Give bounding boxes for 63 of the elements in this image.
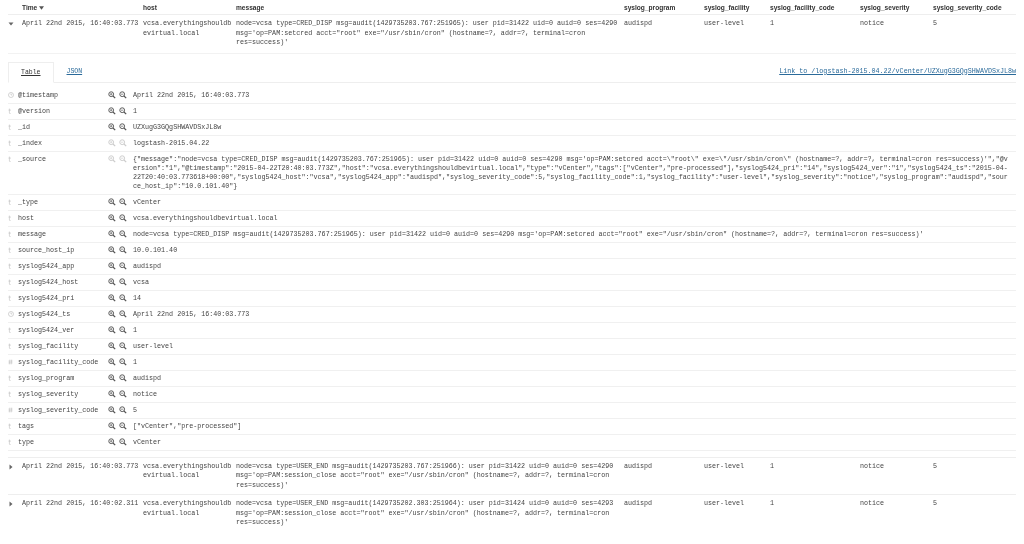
- zoom-out-icon[interactable]: [119, 342, 127, 350]
- zoom-out-icon[interactable]: [119, 214, 127, 222]
- text-type-icon: [8, 279, 12, 285]
- zoom-out-icon[interactable]: [119, 358, 127, 366]
- text-type-icon: [8, 108, 12, 114]
- zoom-in-icon[interactable]: [108, 390, 116, 398]
- zoom-out-icon[interactable]: [119, 278, 127, 286]
- text-type-icon: [8, 156, 12, 162]
- number-type-icon: [8, 359, 13, 365]
- zoom-in-icon[interactable]: [108, 262, 116, 270]
- text-type-icon: [8, 140, 12, 146]
- zoom-out-icon[interactable]: [119, 230, 127, 238]
- sort-caret-icon[interactable]: [39, 5, 45, 10]
- zoom-in-icon[interactable]: [108, 230, 116, 238]
- zoom-out-icon[interactable]: [119, 246, 127, 254]
- zoom-out-icon[interactable]: [119, 326, 127, 334]
- zoom-in-icon[interactable]: [108, 326, 116, 334]
- text-type-icon: [8, 215, 12, 221]
- zoom-out-icon[interactable]: [119, 310, 127, 318]
- zoom-in-icon[interactable]: [108, 107, 116, 115]
- text-type-icon: [8, 124, 12, 130]
- zoom-in-icon[interactable]: [108, 374, 116, 382]
- text-type-icon: [8, 439, 12, 445]
- text-type-icon: [8, 375, 12, 381]
- text-type-icon: [8, 327, 12, 333]
- text-type-icon: [8, 247, 12, 253]
- zoom-out-icon[interactable]: [119, 198, 127, 206]
- zoom-out-icon[interactable]: [119, 406, 127, 414]
- zoom-in-icon[interactable]: [108, 214, 116, 222]
- text-type-icon: [8, 391, 12, 397]
- text-type-icon: [8, 295, 12, 301]
- zoom-in-icon[interactable]: [108, 342, 116, 350]
- zoom-out-icon[interactable]: [119, 390, 127, 398]
- text-type-icon: [8, 231, 12, 237]
- zoom-in-icon[interactable]: [108, 358, 116, 366]
- zoom-out-icon[interactable]: [119, 91, 127, 99]
- zoom-in-icon[interactable]: [108, 406, 116, 414]
- zoom-in-icon[interactable]: [108, 438, 116, 446]
- zoom-out-icon[interactable]: [119, 438, 127, 446]
- text-type-icon: [8, 263, 12, 269]
- zoom-in-icon[interactable]: [108, 246, 116, 254]
- text-type-icon: [8, 343, 12, 349]
- number-type-icon: [8, 407, 13, 413]
- zoom-out-icon[interactable]: [119, 294, 127, 302]
- zoom-in-icon[interactable]: [108, 198, 116, 206]
- expand-caret-icon[interactable]: [8, 501, 14, 507]
- text-type-icon: [8, 423, 12, 429]
- expand-caret-icon[interactable]: [8, 463, 14, 470]
- zoom-in-icon[interactable]: [108, 310, 116, 318]
- clock-icon: [8, 92, 14, 98]
- zoom-out-icon[interactable]: [119, 422, 127, 430]
- zoom-out-icon[interactable]: [119, 123, 127, 131]
- zoom-out-icon[interactable]: [119, 374, 127, 382]
- zoom-out-icon[interactable]: [119, 262, 127, 270]
- clock-icon: [8, 311, 14, 317]
- zoom-in-icon[interactable]: [108, 91, 116, 99]
- text-type-icon: [8, 199, 12, 205]
- collapse-caret-icon[interactable]: [8, 21, 14, 27]
- zoom-in-icon[interactable]: [108, 422, 116, 430]
- zoom-in-icon[interactable]: [108, 123, 116, 131]
- zoom-in-icon[interactable]: [108, 294, 116, 302]
- zoom-out-icon[interactable]: [119, 107, 127, 115]
- zoom-in-icon[interactable]: [108, 278, 116, 286]
